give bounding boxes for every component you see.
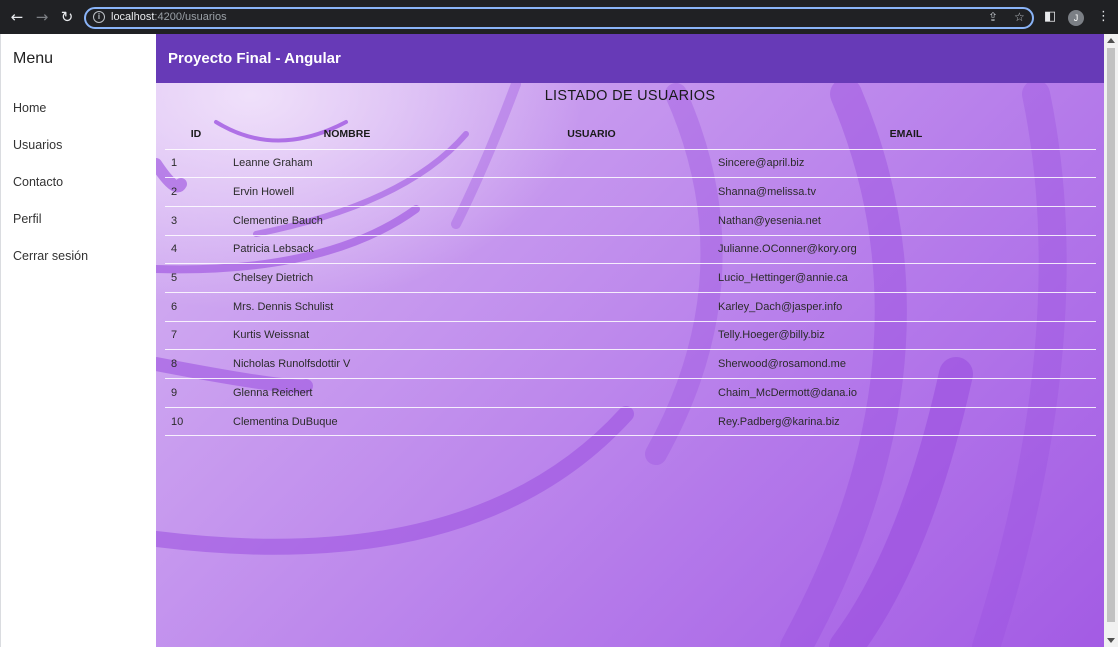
column-header-usuario: USUARIO [467, 120, 716, 150]
share-icon[interactable]: ⇪ [988, 10, 998, 24]
cell-id: 8 [165, 349, 227, 379]
table-header-row: ID NOMBRE USUARIO EMAIL [165, 120, 1096, 150]
scroll-up-icon[interactable] [1107, 38, 1115, 43]
cell-usuario [467, 149, 716, 179]
cell-usuario [467, 177, 716, 207]
profile-avatar[interactable]: J [1068, 10, 1084, 26]
cell-id: 4 [165, 235, 227, 265]
site-info-icon[interactable]: i [93, 11, 105, 23]
cell-usuario [467, 235, 716, 265]
sidebar-title: Menu [13, 50, 54, 67]
reload-icon[interactable]: ↻ [58, 8, 76, 26]
table-row: 3 Clementine Bauch Nathan@yesenia.net [165, 206, 1096, 236]
table-row: 2 Ervin Howell Shanna@melissa.tv [165, 177, 1096, 207]
cell-usuario [467, 321, 716, 351]
cell-id: 1 [165, 149, 227, 179]
table-row: 5 Chelsey Dietrich Lucio_Hettinger@annie.c… [165, 263, 1096, 293]
browser-menu-icon[interactable]: ⋮ [1097, 9, 1110, 24]
cell-id: 2 [165, 177, 227, 207]
table-row: 7 Kurtis Weissnat Telly.Hoeger@billy.biz [165, 321, 1096, 351]
table-row: 4 Patricia Lebsack Julianne.OConner@kory.o… [165, 235, 1096, 265]
cell-usuario [467, 349, 716, 379]
bookmark-star-icon[interactable]: ☆ [1014, 10, 1025, 24]
cell-id: 5 [165, 263, 227, 293]
users-table: ID NOMBRE USUARIO EMAIL 1 Leanne Graham Si… [165, 120, 1096, 437]
sidebar-item-cerrar-sesion[interactable]: Cerrar sesión [13, 249, 88, 263]
cell-nombre: Chelsey Dietrich [227, 263, 467, 293]
cell-email: Julianne.OConner@kory.org [716, 235, 1096, 265]
cell-nombre: Leanne Graham [227, 149, 467, 179]
cell-usuario [467, 378, 716, 408]
cell-nombre: Glenna Reichert [227, 378, 467, 408]
cell-id: 3 [165, 206, 227, 236]
sidebar-item-usuarios[interactable]: Usuarios [13, 138, 62, 152]
cell-nombre: Ervin Howell [227, 177, 467, 207]
cell-nombre: Clementina DuBuque [227, 407, 467, 437]
cell-usuario [467, 292, 716, 322]
sidebar-item-contacto[interactable]: Contacto [13, 175, 63, 189]
scrollbar-thumb[interactable] [1107, 48, 1115, 622]
app-title: Proyecto Final - Angular [168, 50, 341, 67]
table-row: 1 Leanne Graham Sincere@april.biz [165, 149, 1096, 179]
address-bar[interactable]: i localhost:4200/usuarios ⇪ ☆ [84, 7, 1034, 29]
page-scrollbar[interactable] [1104, 34, 1118, 647]
cell-nombre: Kurtis Weissnat [227, 321, 467, 351]
cell-email: Nathan@yesenia.net [716, 206, 1096, 236]
cell-id: 10 [165, 407, 227, 437]
app-toolbar: Proyecto Final - Angular [156, 34, 1104, 83]
cell-email: Sincere@april.biz [716, 149, 1096, 179]
cell-email: Sherwood@rosamond.me [716, 349, 1096, 379]
column-header-nombre: NOMBRE [227, 120, 467, 150]
back-arrow-icon[interactable]: ← [8, 8, 26, 26]
forward-arrow-icon[interactable]: → [33, 8, 51, 26]
page-title: LISTADO DE USUARIOS [544, 88, 716, 104]
cell-usuario [467, 206, 716, 236]
main-content: Proyecto Final - Angular LISTADO DE USUA… [156, 34, 1104, 647]
cell-nombre: Clementine Bauch [227, 206, 467, 236]
cell-email: Telly.Hoeger@billy.biz [716, 321, 1096, 351]
column-header-email: EMAIL [716, 120, 1096, 150]
cell-email: Shanna@melissa.tv [716, 177, 1096, 207]
browser-toolbar: ← → ↻ i localhost:4200/usuarios ⇪ ☆ ◧ J … [0, 0, 1118, 34]
table-row: 9 Glenna Reichert Chaim_McDermott@dana.io [165, 378, 1096, 408]
side-panel-icon[interactable]: ◧ [1044, 9, 1056, 24]
cell-email: Karley_Dach@jasper.info [716, 292, 1096, 322]
table-row: 8 Nicholas Runolfsdottir V Sherwood@rosamo… [165, 349, 1096, 379]
table-row: 10 Clementina DuBuque Rey.Padberg@karina.b… [165, 407, 1096, 437]
cell-id: 7 [165, 321, 227, 351]
cell-nombre: Patricia Lebsack [227, 235, 467, 265]
cell-id: 6 [165, 292, 227, 322]
sidebar-item-perfil[interactable]: Perfil [13, 212, 41, 226]
column-header-id: ID [165, 120, 227, 150]
url-text[interactable]: localhost:4200/usuarios [111, 11, 227, 23]
cell-nombre: Nicholas Runolfsdottir V [227, 349, 467, 379]
cell-usuario [467, 407, 716, 437]
cell-id: 9 [165, 378, 227, 408]
scroll-down-icon[interactable] [1107, 638, 1115, 643]
cell-email: Lucio_Hettinger@annie.ca [716, 263, 1096, 293]
table-row: 6 Mrs. Dennis Schulist Karley_Dach@jasper.… [165, 292, 1096, 322]
cell-email: Chaim_McDermott@dana.io [716, 378, 1096, 408]
sidebar: Menu Home Usuarios Contacto Perfil Cerra… [0, 34, 156, 647]
cell-email: Rey.Padberg@karina.biz [716, 407, 1096, 437]
sidebar-item-home[interactable]: Home [13, 101, 46, 115]
cell-usuario [467, 263, 716, 293]
cell-nombre: Mrs. Dennis Schulist [227, 292, 467, 322]
